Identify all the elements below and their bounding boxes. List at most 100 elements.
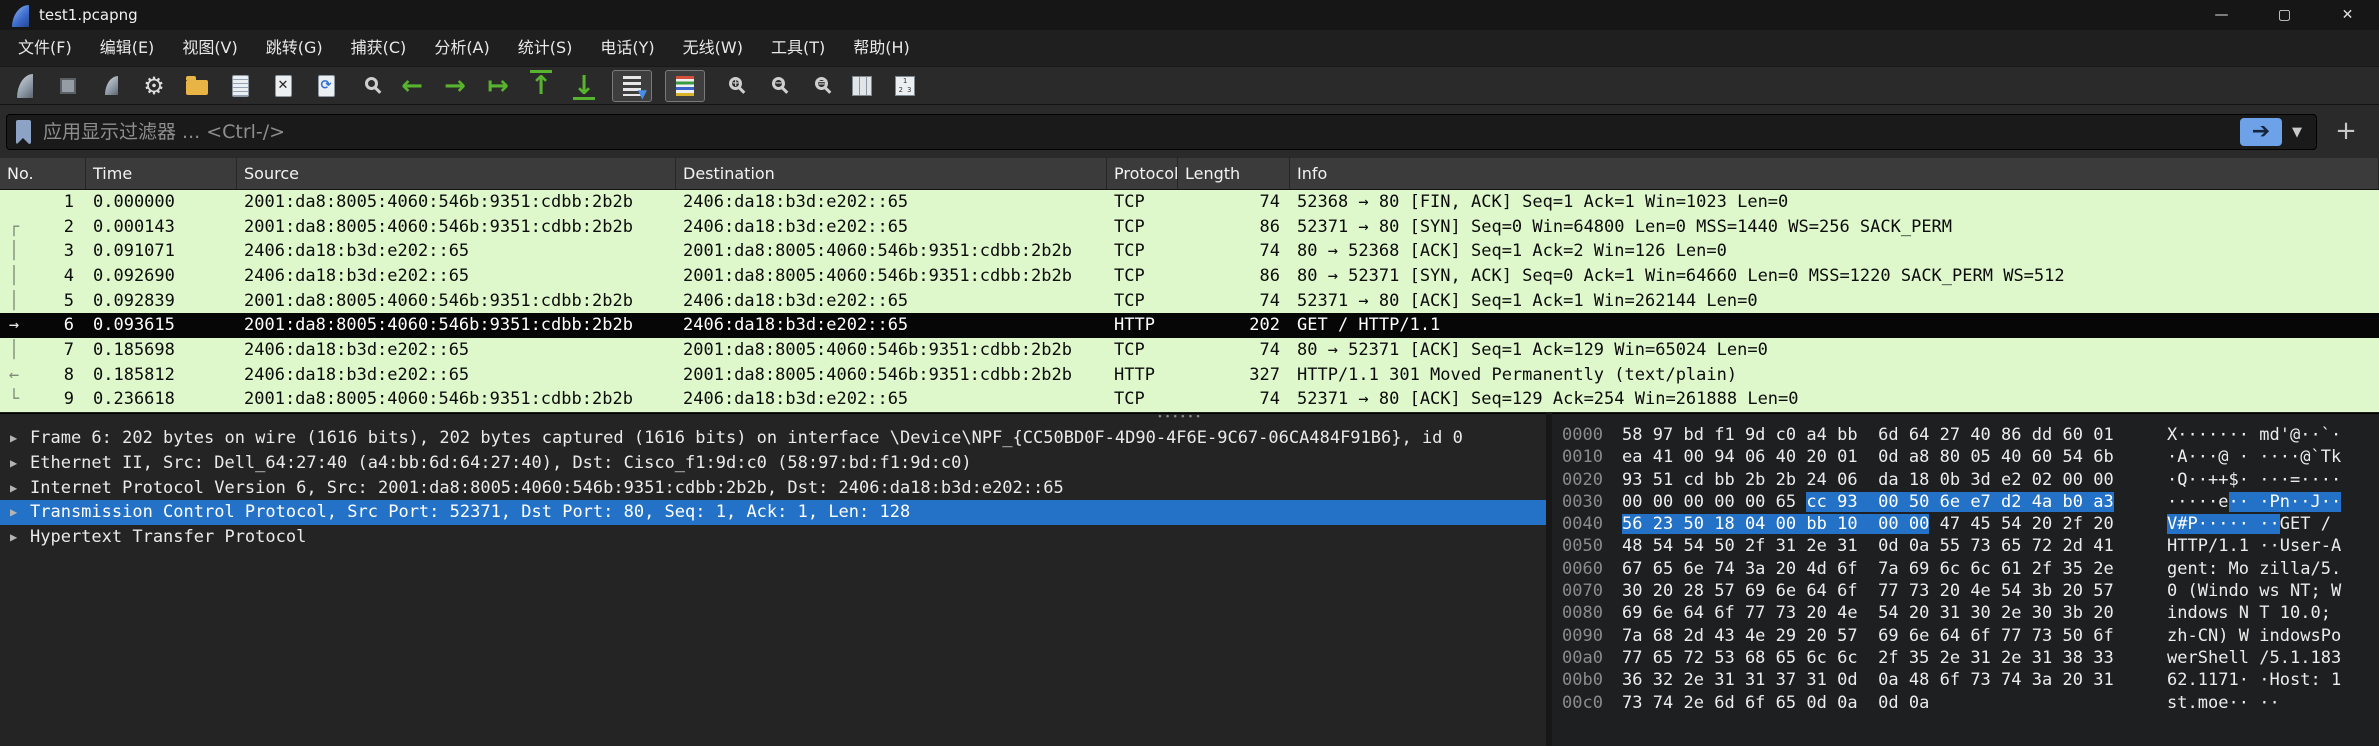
column-header-info[interactable]: Info (1290, 158, 2379, 189)
detail-row[interactable]: ▶Transmission Control Protocol, Src Port… (0, 500, 1546, 525)
menu-item-1[interactable]: 编辑(E) (86, 30, 169, 66)
detail-row[interactable]: ▶Frame 6: 202 bytes on wire (1616 bits),… (0, 426, 1546, 451)
packet-list-header: No.TimeSourceDestinationProtocolLengthIn… (0, 158, 2379, 190)
reload-file-icon[interactable]: ⟳ (311, 71, 341, 101)
filter-dropdown-chevron-icon[interactable]: ▼ (2286, 125, 2308, 140)
hex-row[interactable]: 0010ea 41 00 94 06 40 20 01 0d a8 80 05 … (1552, 446, 2379, 468)
menu-item-9[interactable]: 工具(T) (757, 30, 839, 66)
go-to-first-icon[interactable]: ↑ (526, 71, 556, 101)
apply-filter-button[interactable]: ➔ (2240, 118, 2282, 146)
detail-row[interactable]: ▶Ethernet II, Src: Dell_64:27:40 (a4:bb:… (0, 451, 1546, 476)
hex-ascii: gent: Mo zilla/5. (2167, 559, 2341, 579)
col-length: 74 (1178, 289, 1290, 314)
auto-scroll-toggle-icon[interactable]: ▼ (612, 70, 652, 102)
col-info: GET / HTTP/1.1 (1290, 313, 2379, 338)
zoom-original-icon[interactable]: = (804, 71, 834, 101)
hex-offset: 0040 (1552, 513, 1622, 535)
col-time: 0.091071 (86, 239, 237, 264)
fit-columns-icon[interactable]: 12 3 (890, 71, 920, 101)
hex-row[interactable]: 002093 51 cd bb 2b 2b 24 06 da 18 0b 3d … (1552, 469, 2379, 491)
menu-item-5[interactable]: 分析(A) (420, 30, 503, 66)
detail-row[interactable]: ▶Hypertext Transfer Protocol (0, 525, 1546, 550)
hex-row[interactable]: 003000 00 00 00 00 65 cc 93 00 50 6e e7 … (1552, 491, 2379, 513)
hex-row[interactable]: 00b036 32 2e 31 31 37 31 0d 0a 48 6f 73 … (1552, 669, 2379, 691)
col-destination: 2001:da8:8005:4060:546b:9351:cdbb:2b2b (676, 363, 1107, 388)
hex-row[interactable]: 008069 6e 64 6f 77 73 20 4e 54 20 31 30 … (1552, 602, 2379, 624)
hex-ascii: HTTP/1.1 ··User-A (2167, 536, 2341, 556)
close-button[interactable]: ✕ (2316, 0, 2379, 30)
splitter-grip[interactable]: ∙∙∙∙∙∙ (1155, 415, 1205, 421)
col-destination: 2001:da8:8005:4060:546b:9351:cdbb:2b2b (676, 264, 1107, 289)
col-destination: 2406:da18:b3d:e202::65 (676, 313, 1107, 338)
packet-row[interactable]: 80.1858122406:da18:b3d:e202::652001:da8:… (0, 363, 2379, 388)
menu-item-0[interactable]: 文件(F) (4, 30, 86, 66)
display-filter-input[interactable] (43, 121, 2240, 143)
expand-triangle-icon[interactable]: ▶ (10, 426, 17, 451)
menu-item-2[interactable]: 视图(V) (168, 30, 251, 66)
find-packet-icon[interactable] (354, 71, 384, 101)
menu-item-10[interactable]: 帮助(H) (839, 30, 924, 66)
packet-row[interactable]: 30.0910712406:da18:b3d:e202::652001:da8:… (0, 239, 2379, 264)
packet-row[interactable]: 40.0926902406:da18:b3d:e202::652001:da8:… (0, 264, 2379, 289)
hex-row[interactable]: 00c073 74 2e 6d 6f 65 0d 0a 0d 0ast.moe·… (1552, 692, 2379, 714)
capture-options-icon[interactable]: ⚙ (139, 71, 169, 101)
stop-capture-icon[interactable] (53, 71, 83, 101)
save-file-icon[interactable] (225, 71, 255, 101)
column-header-no[interactable]: No. (0, 158, 86, 189)
hex-row[interactable]: 004056 23 50 18 04 00 bb 10 00 00 47 45 … (1552, 513, 2379, 535)
add-filter-button[interactable]: + (2331, 117, 2361, 147)
hex-row[interactable]: 00a077 65 72 53 68 65 6c 6c 2f 35 2e 31 … (1552, 647, 2379, 669)
col-destination: 2406:da18:b3d:e202::65 (676, 190, 1107, 215)
col-time: 0.093615 (86, 313, 237, 338)
expand-triangle-icon[interactable]: ▶ (10, 476, 17, 501)
packet-row[interactable]: 10.0000002001:da8:8005:4060:546b:9351:cd… (0, 190, 2379, 215)
hex-row[interactable]: 00907a 68 2d 43 4e 29 20 57 69 6e 64 6f … (1552, 625, 2379, 647)
start-capture-icon[interactable] (10, 71, 40, 101)
packet-row[interactable]: 70.1856982406:da18:b3d:e202::652001:da8:… (0, 338, 2379, 363)
packet-row[interactable]: 60.0936152001:da8:8005:4060:546b:9351:cd… (0, 313, 2379, 338)
packet-row[interactable]: 50.0928392001:da8:8005:4060:546b:9351:cd… (0, 289, 2379, 314)
hex-row[interactable]: 000058 97 bd f1 9d c0 a4 bb 6d 64 27 40 … (1552, 424, 2379, 446)
bookmark-icon[interactable] (16, 120, 31, 144)
hex-ascii: ·Q··++$· ···=···· (2167, 470, 2341, 490)
go-to-packet-icon[interactable]: ↦ (483, 71, 513, 101)
resize-columns-icon[interactable] (847, 71, 877, 101)
minimize-button[interactable]: — (2190, 0, 2253, 30)
zoom-out-icon[interactable]: − (761, 71, 791, 101)
menu-item-3[interactable]: 跳转(G) (252, 30, 337, 66)
expand-triangle-icon[interactable]: ▶ (10, 525, 17, 550)
column-header-source[interactable]: Source (237, 158, 676, 189)
go-to-last-icon[interactable]: ↓ (569, 71, 599, 101)
menu-item-6[interactable]: 统计(S) (504, 30, 587, 66)
col-time: 0.185812 (86, 363, 237, 388)
hex-ascii: 0 (Windo ws NT; W (2167, 581, 2341, 601)
go-back-icon[interactable]: ← (397, 71, 427, 101)
column-header-protocol[interactable]: Protocol (1107, 158, 1178, 189)
hex-row[interactable]: 006067 65 6e 74 3a 20 4d 6f 7a 69 6c 6c … (1552, 558, 2379, 580)
close-file-icon[interactable]: ✕ (268, 71, 298, 101)
col-info: 52368 → 80 [FIN, ACK] Seq=1 Ack=1 Win=10… (1290, 190, 2379, 215)
column-header-length[interactable]: Length (1178, 158, 1290, 189)
expand-triangle-icon[interactable]: ▶ (10, 500, 17, 525)
packet-row[interactable]: 20.0001432001:da8:8005:4060:546b:9351:cd… (0, 215, 2379, 240)
hex-ascii: werShell /5.1.183 (2167, 648, 2341, 668)
restart-capture-icon[interactable] (96, 71, 126, 101)
hex-row[interactable]: 005048 54 54 50 2f 31 2e 31 0d 0a 55 73 … (1552, 535, 2379, 557)
maximize-button[interactable]: ▢ (2253, 0, 2316, 30)
menu-item-7[interactable]: 电话(Y) (586, 30, 668, 66)
zoom-in-icon[interactable]: + (718, 71, 748, 101)
menu-item-4[interactable]: 捕获(C) (337, 30, 421, 66)
column-header-destination[interactable]: Destination (676, 158, 1107, 189)
detail-row[interactable]: ▶Internet Protocol Version 6, Src: 2001:… (0, 476, 1546, 501)
colorize-toggle-icon[interactable] (665, 70, 705, 102)
display-filter-box: ➔ ▼ (6, 114, 2317, 150)
column-header-time[interactable]: Time (86, 158, 237, 189)
hex-ascii: st.moe·· ·· (2167, 693, 2280, 713)
expand-triangle-icon[interactable]: ▶ (10, 451, 17, 476)
hex-row[interactable]: 007030 20 28 57 69 6e 64 6f 77 73 20 4e … (1552, 580, 2379, 602)
col-source: 2001:da8:8005:4060:546b:9351:cdbb:2b2b (237, 313, 676, 338)
open-file-icon[interactable] (182, 71, 212, 101)
packet-row[interactable]: 90.2366182001:da8:8005:4060:546b:9351:cd… (0, 387, 2379, 412)
menu-item-8[interactable]: 无线(W) (669, 30, 757, 66)
go-forward-icon[interactable]: → (440, 71, 470, 101)
